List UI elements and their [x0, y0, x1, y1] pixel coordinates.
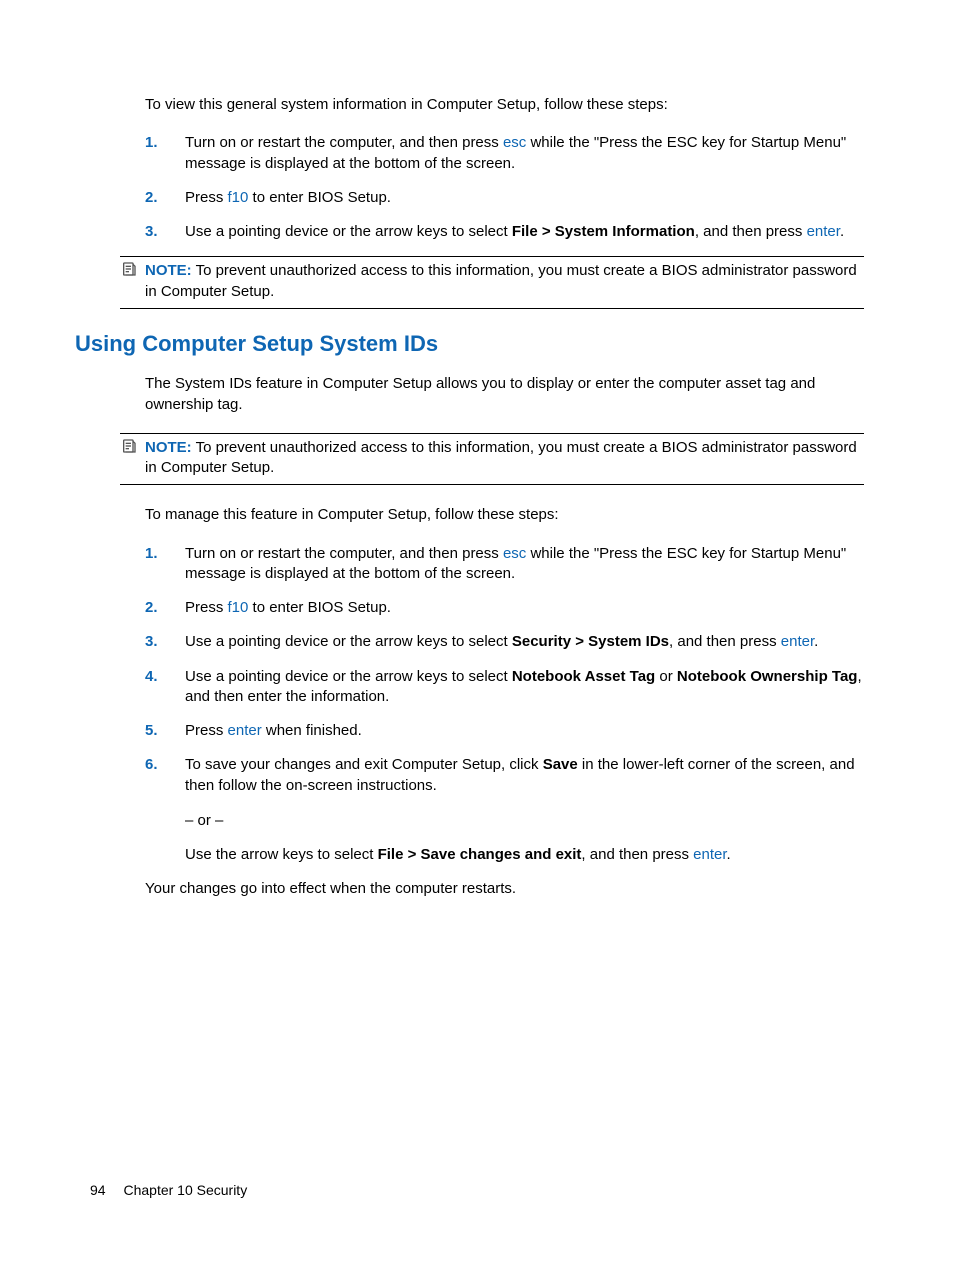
list-item: 1. Turn on or restart the computer, and … — [145, 133, 864, 174]
step-number: 4. — [145, 667, 158, 687]
step-text: to enter BIOS Setup. — [248, 599, 391, 616]
step-number: 3. — [145, 222, 158, 242]
step-number: 1. — [145, 133, 158, 153]
chapter-label: Chapter 10 Security — [123, 1182, 247, 1198]
button-name: Save — [543, 756, 578, 773]
step-text: , and then press — [695, 223, 807, 240]
step-text: . — [840, 223, 844, 240]
key-enter: enter — [807, 223, 840, 240]
menu-path: Notebook Asset Tag — [512, 668, 655, 685]
step-text: Use a pointing device or the arrow keys … — [185, 223, 512, 240]
list-item: 2. Press f10 to enter BIOS Setup. — [145, 598, 864, 618]
list-item: 3. Use a pointing device or the arrow ke… — [145, 632, 864, 652]
menu-path: Notebook Ownership Tag — [677, 668, 858, 685]
list-item: 6. To save your changes and exit Compute… — [145, 755, 864, 865]
step-text: to enter BIOS Setup. — [248, 189, 391, 206]
section-heading: Using Computer Setup System IDs — [75, 329, 864, 359]
key-enter: enter — [228, 722, 262, 739]
page: To view this general system information … — [0, 0, 954, 1270]
intro-text-2: The System IDs feature in Computer Setup… — [145, 374, 864, 415]
intro-text-3: To manage this feature in Computer Setup… — [145, 505, 864, 525]
step-text: Press — [185, 599, 228, 616]
menu-path: File > Save changes and exit — [378, 846, 582, 863]
key-esc: esc — [503, 545, 526, 562]
outro-text: Your changes go into effect when the com… — [145, 879, 864, 899]
step-number: 1. — [145, 544, 158, 564]
key-f10: f10 — [228, 189, 249, 206]
step-text: . — [814, 633, 818, 650]
note-label: NOTE: — [145, 439, 192, 456]
step-text: Turn on or restart the computer, and the… — [185, 545, 503, 562]
step-number: 3. — [145, 632, 158, 652]
step-number: 5. — [145, 721, 158, 741]
steps-list-2: 1. Turn on or restart the computer, and … — [145, 544, 864, 866]
list-item: 2. Press f10 to enter BIOS Setup. — [145, 188, 864, 208]
step-text: Use the arrow keys to select File > Save… — [185, 845, 864, 865]
step-number: 2. — [145, 598, 158, 618]
key-enter: enter — [781, 633, 814, 650]
menu-path: File > System Information — [512, 223, 695, 240]
list-item: 1. Turn on or restart the computer, and … — [145, 544, 864, 585]
note-text: To prevent unauthorized access to this i… — [145, 262, 857, 299]
key-esc: esc — [503, 134, 526, 151]
step-text: Press — [185, 189, 228, 206]
step-text: Turn on or restart the computer, and the… — [185, 134, 503, 151]
page-number: 94 — [90, 1182, 106, 1198]
step-text: Use a pointing device or the arrow keys … — [185, 668, 512, 685]
step-number: 2. — [145, 188, 158, 208]
step-text: Use a pointing device or the arrow keys … — [185, 633, 512, 650]
note-block: NOTE: To prevent unauthorized access to … — [120, 256, 864, 309]
list-item: 4. Use a pointing device or the arrow ke… — [145, 667, 864, 708]
step-text: Press — [185, 722, 228, 739]
note-block: NOTE: To prevent unauthorized access to … — [120, 433, 864, 486]
page-footer: 94 Chapter 10 Security — [90, 1181, 247, 1200]
key-enter: enter — [693, 846, 726, 863]
note-icon — [120, 261, 138, 281]
step-text: when finished. — [262, 722, 362, 739]
menu-path: Security > System IDs — [512, 633, 669, 650]
content-area: To view this general system information … — [145, 95, 864, 900]
step-number: 6. — [145, 755, 158, 775]
list-item: 5. Press enter when finished. — [145, 721, 864, 741]
note-icon — [120, 438, 138, 458]
list-item: 3. Use a pointing device or the arrow ke… — [145, 222, 864, 242]
intro-text-1: To view this general system information … — [145, 95, 864, 115]
note-label: NOTE: — [145, 262, 192, 279]
step-text: , and then press — [669, 633, 781, 650]
steps-list-1: 1. Turn on or restart the computer, and … — [145, 133, 864, 242]
step-text: or — [655, 668, 677, 685]
note-text: To prevent unauthorized access to this i… — [145, 439, 857, 476]
step-text: To save your changes and exit Computer S… — [185, 756, 543, 773]
key-f10: f10 — [228, 599, 249, 616]
or-separator: – or – — [185, 811, 864, 831]
